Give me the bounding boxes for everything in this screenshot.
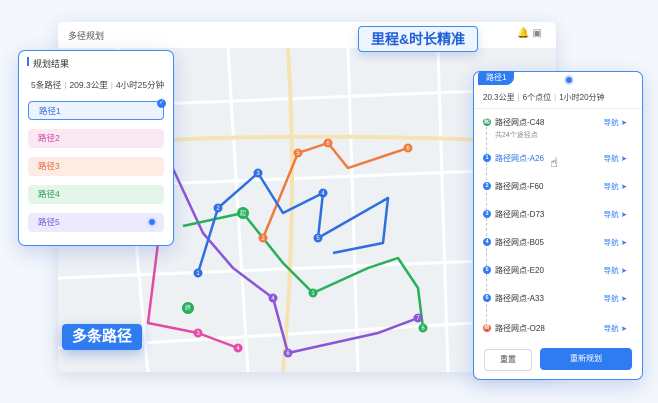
accuracy-callout: 里程&时长精准	[358, 26, 479, 52]
navigate-button[interactable]: 导航 ➤	[604, 293, 627, 304]
svg-text:起: 起	[240, 209, 246, 217]
end-icon: 终	[483, 324, 491, 332]
hand-cursor-icon: ☝	[550, 155, 558, 170]
waypoint-name: 路径网点-D73	[495, 210, 545, 219]
waypoint-name: 路径网点-E20	[495, 266, 544, 275]
divider	[474, 108, 642, 109]
route-duration: 1小时20分钟	[559, 93, 605, 102]
route-item-3[interactable]: 路径3	[28, 157, 164, 176]
waypoint-name: 路径网点-B05	[495, 238, 544, 247]
route-points: 6个点位	[522, 93, 552, 102]
route-2-waypoint[interactable]: 3	[193, 328, 203, 338]
waypoint-name: 路径网点-C48	[495, 118, 545, 127]
total-distance: 209.3公里	[69, 80, 108, 90]
plan-result-panel: 规划结果 5条路径 | 209.3公里 | 4小时25分钟 路径1 ✓ 路径2 路径3 路…	[18, 50, 174, 246]
route-2-waypoint[interactable]: 4	[233, 343, 243, 353]
waypoint-row[interactable]: 终 路径网点-O28 导航 ➤	[483, 322, 633, 336]
svg-text:终: 终	[185, 304, 191, 312]
plan-result-title: 规划结果	[33, 59, 70, 69]
total-duration: 4小时25分钟	[115, 80, 165, 90]
waypoint-name: 路径网点-F60	[495, 182, 544, 191]
route-1-waypoint[interactable]: 3	[253, 168, 263, 178]
route-start-marker[interactable]: 起	[237, 207, 249, 219]
route-5-waypoint[interactable]: 6	[283, 348, 293, 358]
route-1-waypoint[interactable]: 2	[213, 203, 223, 213]
route-3-waypoint[interactable]: 6	[403, 143, 413, 153]
route-3-waypoint[interactable]: 6	[323, 138, 333, 148]
waypoint-name: 路径网点-A26	[495, 154, 544, 163]
waypoint-name: 路径网点-A33	[495, 294, 544, 303]
route-detail-panel: 路径1 20.3公里 | 6个点位 | 1小时20分钟 起 路径网点-C48 共24个途…	[473, 71, 643, 380]
route-item-4[interactable]: 路径4	[28, 185, 164, 204]
waypoint-row[interactable]: 4 路径网点-B05 导航 ➤	[483, 236, 633, 250]
navigate-button[interactable]: 导航 ➤	[604, 265, 627, 276]
route-distance: 20.3公里	[483, 93, 515, 102]
waypoint-row[interactable]: 5 路径网点-E20 导航 ➤	[483, 264, 633, 278]
multi-route-callout: 多条路径	[62, 324, 143, 350]
route-4-waypoint[interactable]: 1	[308, 288, 318, 298]
window-tool-icons[interactable]: 🔔 ▣	[517, 28, 542, 39]
navigate-button[interactable]: 导航 ➤	[604, 323, 627, 334]
route-4-waypoint[interactable]: 6	[418, 323, 428, 333]
route-1-waypoint[interactable]: 1	[193, 268, 203, 278]
route-1-waypoint[interactable]: 5	[313, 233, 323, 243]
waypoint-number-icon: 3	[483, 210, 491, 218]
waypoint-row[interactable]: 3 路径网点-D73 导航 ➤	[483, 208, 633, 222]
waypoint-row[interactable]: 起 路径网点-C48 共24个途径点 导航 ➤	[483, 116, 633, 139]
route-item-2[interactable]: 路径2	[28, 129, 164, 148]
route-5-waypoint[interactable]: 4	[268, 293, 278, 303]
waypoint-number-icon: 1	[483, 154, 491, 162]
plan-result-stats: 5条路径 | 209.3公里 | 4小时25分钟	[31, 80, 165, 90]
waypoint-row[interactable]: 2 路径网点-F60 导航 ➤	[483, 180, 633, 194]
start-icon: 起	[483, 118, 491, 126]
route-item-1[interactable]: 路径1 ✓	[28, 99, 166, 120]
waypoint-number-icon: 4	[483, 238, 491, 246]
route-5-waypoint[interactable]: 7	[413, 313, 423, 323]
route-3-waypoint[interactable]: 2	[258, 233, 268, 243]
waypoint-subtext: 共24个途径点	[495, 132, 538, 139]
route-1-waypoint[interactable]: 4	[318, 188, 328, 198]
route-count: 5条路径	[31, 80, 62, 90]
waypoint-number-icon: 5	[483, 266, 491, 274]
window-titlebar: 多径规划 🔔 ▣	[58, 22, 556, 49]
navigate-button[interactable]: 导航 ➤	[604, 117, 627, 128]
waypoint-row[interactable]: 6 路径网点-A33 导航 ➤	[483, 292, 633, 306]
navigate-button[interactable]: 导航 ➤	[604, 209, 627, 220]
waypoint-number-icon: 2	[483, 182, 491, 190]
pointer-dot-icon	[566, 77, 572, 83]
navigate-button[interactable]: 导航 ➤	[604, 237, 627, 248]
waypoint-name: 路径网点-O28	[495, 324, 545, 333]
waypoint-number-icon: 6	[483, 294, 491, 302]
route-end-marker[interactable]: 终	[182, 302, 194, 314]
reset-button[interactable]: 重置	[484, 349, 532, 371]
window-title: 多径规划	[68, 31, 105, 41]
check-icon: ✓	[157, 99, 166, 108]
waypoint-row[interactable]: 1 路径网点-A26 导航 ➤	[483, 152, 633, 166]
pointer-dot-icon	[149, 219, 155, 225]
replan-button[interactable]: 重新规划	[540, 348, 632, 370]
route-3-waypoint[interactable]: 5	[293, 148, 303, 158]
route-tab[interactable]: 路径1	[478, 71, 515, 85]
route-item-5[interactable]: 路径5	[28, 213, 164, 232]
route-stats: 20.3公里 | 6个点位 | 1小时20分钟	[483, 93, 605, 102]
navigate-button[interactable]: 导航 ➤	[604, 181, 627, 192]
navigate-button[interactable]: 导航 ➤	[604, 153, 627, 164]
